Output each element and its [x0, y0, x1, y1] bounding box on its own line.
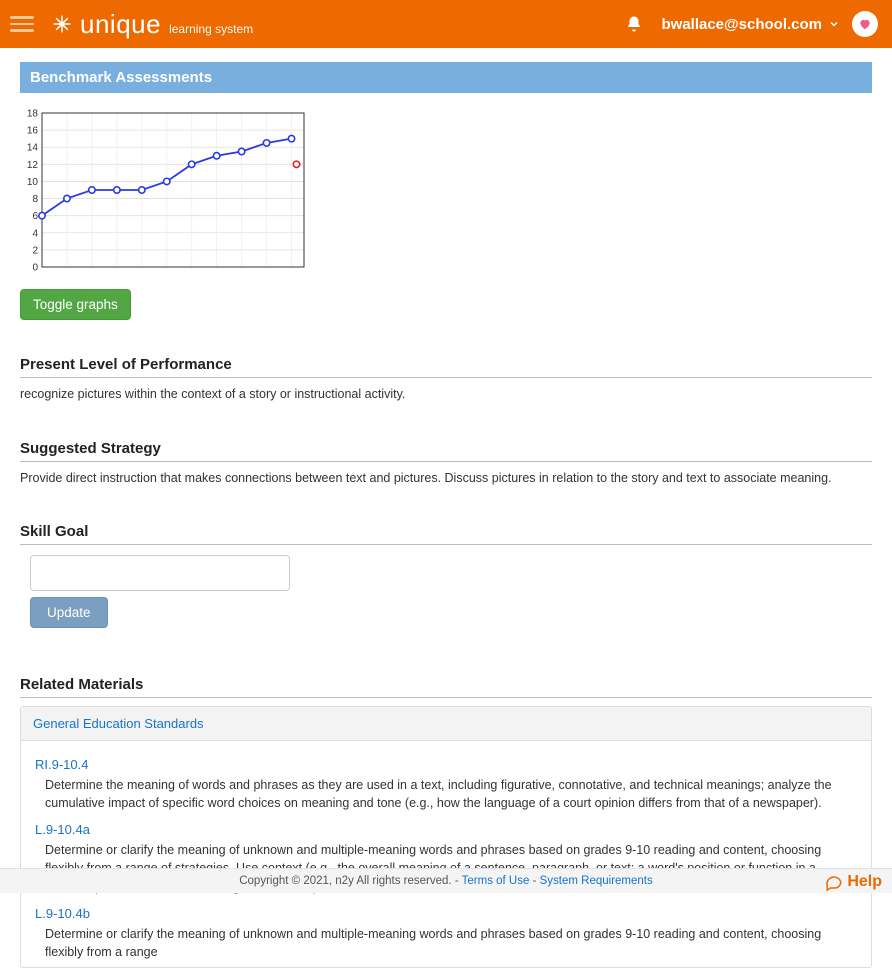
brand: unique learning system [52, 9, 253, 40]
user-email[interactable]: bwallace@school.com [661, 16, 822, 33]
skill-goal-heading: Skill Goal [20, 523, 872, 545]
standard-code[interactable]: L.9-10.4b [35, 906, 857, 921]
present-level-text: recognize pictures within the context of… [20, 386, 872, 404]
brand-main: unique [80, 9, 161, 40]
standard-code[interactable]: RI.9-10.4 [35, 757, 857, 772]
standard-code[interactable]: L.9-10.4a [35, 822, 857, 837]
footer-sysreq-link[interactable]: System Requirements [540, 875, 653, 887]
svg-text:6: 6 [32, 211, 38, 222]
hamburger-menu-icon[interactable] [10, 15, 34, 33]
svg-text:4: 4 [32, 228, 38, 239]
footer-copyright: Copyright © 2021, n2y All rights reserve… [239, 875, 461, 887]
update-button[interactable]: Update [30, 597, 108, 628]
help-label: Help [847, 873, 882, 891]
svg-text:2: 2 [32, 245, 38, 256]
svg-text:14: 14 [27, 143, 39, 154]
brand-sub: learning system [169, 22, 253, 36]
footer: Copyright © 2021, n2y All rights reserve… [0, 868, 892, 893]
notifications-icon[interactable] [625, 15, 643, 33]
standards-panel-title[interactable]: General Education Standards [21, 707, 871, 741]
svg-text:8: 8 [32, 194, 38, 205]
strategy-heading: Suggested Strategy [20, 440, 872, 462]
svg-text:18: 18 [27, 109, 39, 120]
skill-goal-input[interactable] [30, 555, 290, 591]
help-button[interactable]: Help [825, 873, 882, 891]
topbar: unique learning system bwallace@school.c… [0, 0, 892, 48]
benchmark-title: Benchmark Assessments [20, 62, 872, 93]
chevron-down-icon[interactable] [828, 18, 840, 30]
chat-icon [825, 873, 843, 891]
related-materials-heading: Related Materials [20, 676, 872, 698]
present-level-heading: Present Level of Performance [20, 356, 872, 378]
toggle-graphs-button[interactable]: Toggle graphs [20, 289, 131, 320]
svg-text:10: 10 [27, 177, 39, 188]
svg-text:12: 12 [27, 160, 39, 171]
standards-panel: General Education Standards RI.9-10.4 Det… [20, 706, 872, 968]
snowflake-icon [52, 14, 72, 34]
heart-icon [858, 17, 872, 31]
svg-text:16: 16 [27, 126, 39, 137]
strategy-text: Provide direct instruction that makes co… [20, 470, 872, 488]
standard-desc: Determine the meaning of words and phras… [45, 776, 857, 812]
benchmark-chart: 0 2 4 6 8 10 12 14 16 18 [20, 107, 872, 277]
svg-text:0: 0 [32, 263, 38, 274]
footer-terms-link[interactable]: Terms of Use [462, 875, 530, 887]
standard-desc: Determine or clarify the meaning of unkn… [45, 925, 857, 961]
avatar[interactable] [852, 11, 878, 37]
footer-sep: - [533, 875, 540, 887]
